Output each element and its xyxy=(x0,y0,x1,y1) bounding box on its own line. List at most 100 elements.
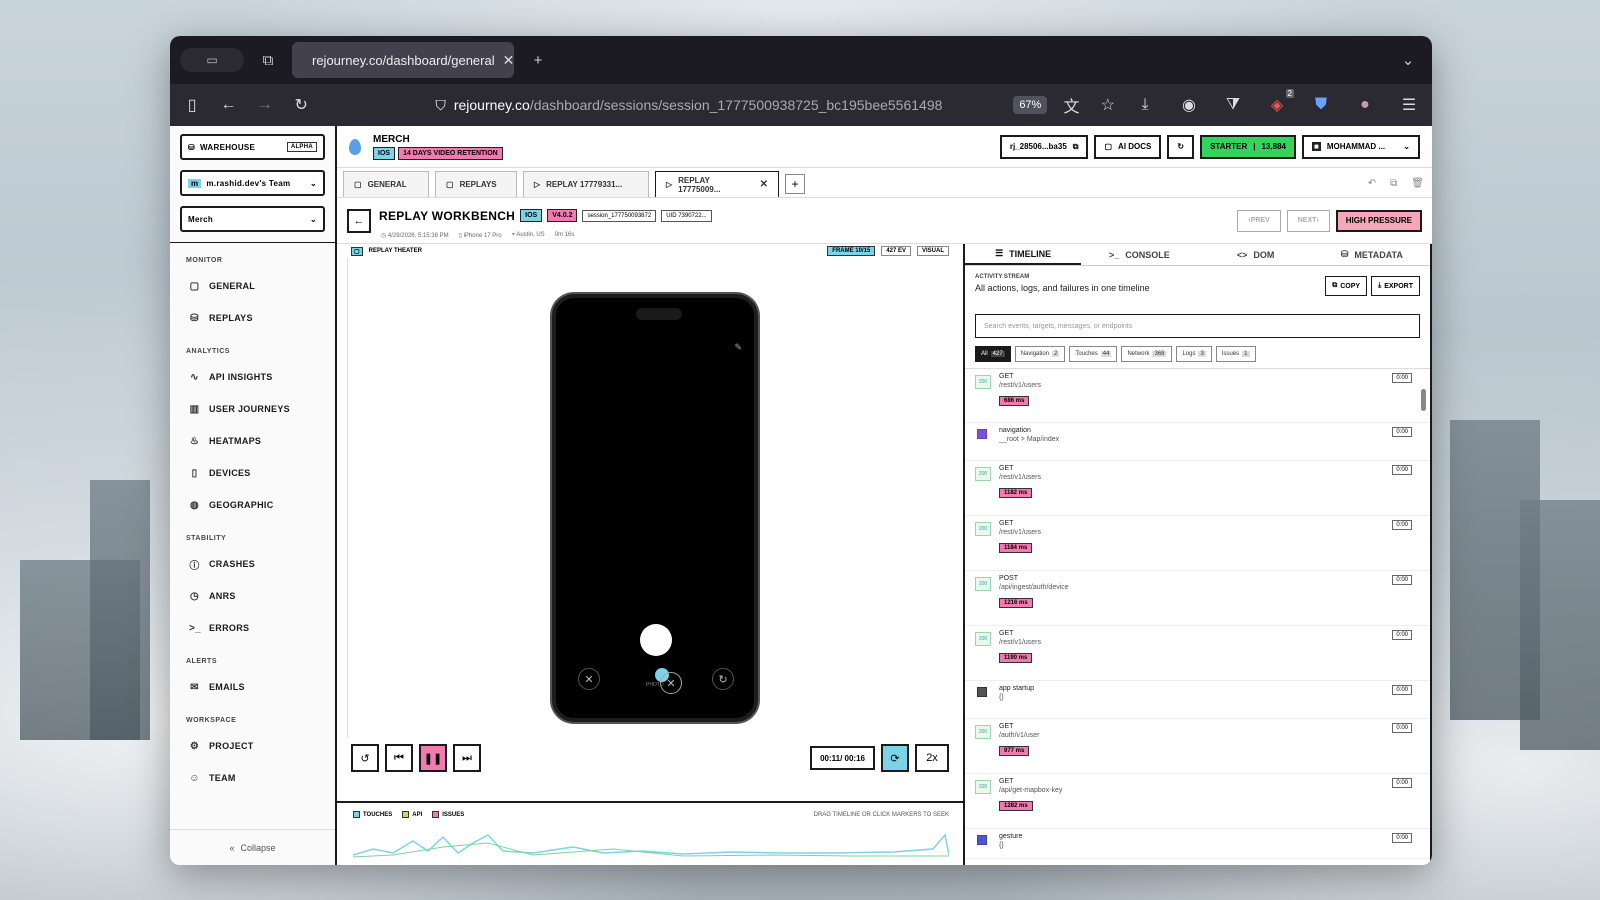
sidebar-item-crashes[interactable]: ⓘ CRASHES xyxy=(170,548,335,580)
pause-button[interactable]: ❚❚ xyxy=(419,744,447,772)
list-item[interactable]: 200 GET /rest/v1/users 1190 ms 0:00 xyxy=(965,626,1430,681)
loop-button[interactable]: ⟳ xyxy=(881,744,909,772)
profile-avatar[interactable]: ● xyxy=(1352,96,1378,114)
sidebar-item-errors[interactable]: >_ ERRORS xyxy=(170,612,335,644)
event-time[interactable]: 0:00 xyxy=(1392,723,1412,733)
speed-button[interactable]: 2x xyxy=(915,744,949,772)
event-search-input[interactable]: Search events, targets, messages, or end… xyxy=(975,314,1420,338)
user-menu-button[interactable]: ■ MOHAMMAD ... ⌄ xyxy=(1302,134,1420,159)
list-item[interactable]: 200 GET /api/get-mapbox-key 1282 ms 0:00 xyxy=(965,774,1430,829)
sidebar-icon[interactable]: ▯ xyxy=(180,95,204,115)
copy-button[interactable]: ⧉ COPY xyxy=(1325,276,1368,296)
list-item[interactable]: 200 GET /rest/v1/users 1182 ms 0:00 xyxy=(965,461,1430,516)
filter-navigation[interactable]: Navigation 2 xyxy=(1014,346,1066,362)
skip-forward-button[interactable]: ⏭ xyxy=(453,744,481,772)
collapse-button[interactable]: « Collapse xyxy=(170,829,335,865)
undo-icon[interactable]: ↶ xyxy=(1368,178,1376,189)
zoom-level[interactable]: 67% xyxy=(1013,96,1048,114)
project-select[interactable]: Merch ⌄ xyxy=(180,206,325,232)
ai-docs-button[interactable]: ▢ AI DOCS xyxy=(1094,134,1162,159)
shield-extension-icon[interactable]: ⛊ xyxy=(1308,96,1334,114)
session-id-chip[interactable]: session_177750093872 xyxy=(582,209,657,222)
warehouse-button[interactable]: ⛁ WAREHOUSE ALPHA xyxy=(180,134,325,160)
filter-touches[interactable]: Touches 44 xyxy=(1069,346,1118,362)
phone-replay-frame[interactable]: ✎ ✕ ✕ PHOTO ↻ xyxy=(552,294,758,722)
api-key-button[interactable]: rj_28506...ba35 ⧉ xyxy=(999,134,1089,159)
filter-all[interactable]: All 427 xyxy=(975,346,1011,362)
export-button[interactable]: ⤓ EXPORT xyxy=(1371,276,1420,296)
duplicate-icon[interactable]: ⧉ xyxy=(1390,178,1397,189)
tab-dom[interactable]: <> DOM xyxy=(1198,244,1314,265)
sidebar-item-devices[interactable]: ▯ DEVICES xyxy=(170,457,335,489)
event-time[interactable]: 0:00 xyxy=(1392,685,1412,695)
replay-timeline[interactable]: TOUCHES API ISSUES DRAG TIMELINE OR CLIC… xyxy=(337,801,963,865)
menu-icon[interactable]: ☰ xyxy=(1396,95,1422,115)
close-icon[interactable]: ✕ xyxy=(760,179,768,190)
sidebar-item-anrs[interactable]: ◷ ANRS xyxy=(170,580,335,612)
sidebar-item-replays[interactable]: ⛁ REPLAYS xyxy=(170,302,335,334)
team-select[interactable]: m m.rashid.dev's Team ⌄ xyxy=(180,170,325,196)
restart-button[interactable]: ↺ xyxy=(351,744,379,772)
back-icon[interactable]: ← xyxy=(216,96,240,114)
legend-api[interactable]: API xyxy=(402,811,422,818)
sidebar-item-geographic[interactable]: ◍ GEOGRAPHIC xyxy=(170,489,335,521)
extension-badge-icon[interactable]: ◈ 2 xyxy=(1264,89,1294,115)
sidebar-item-heatmaps[interactable]: ♨ HEATMAPS xyxy=(170,425,335,457)
bookmark-star-icon[interactable]: ☆ xyxy=(1096,95,1120,115)
tab-replays[interactable]: ▢ REPLAYS xyxy=(435,171,517,197)
list-item[interactable]: 200 GET /auth/v1/user 977 ms 0:00 xyxy=(965,719,1430,774)
event-time[interactable]: 0:00 xyxy=(1392,520,1412,530)
forward-icon[interactable]: → xyxy=(253,96,277,114)
skip-back-button[interactable]: ⏮ xyxy=(385,744,413,772)
filter-network[interactable]: Network 368 xyxy=(1121,346,1173,362)
list-item[interactable]: navigation __root > Map/index 0:00 xyxy=(965,423,1430,461)
list-item[interactable]: 200 GET /rest/v1/users 1184 ms 0:00 xyxy=(965,516,1430,571)
back-button[interactable]: ← xyxy=(347,208,371,233)
high-pressure-badge[interactable]: HIGH PRESSURE xyxy=(1335,209,1422,232)
legend-issues[interactable]: ISSUES xyxy=(432,811,464,818)
address-bar[interactable]: ⛉ rejourney.co/dashboard/sessions/sessio… xyxy=(435,97,1001,114)
visual-toggle[interactable]: VISUAL xyxy=(916,246,949,256)
browser-tab[interactable]: rejourney.co/dashboard/general ✕ xyxy=(292,42,514,78)
reload-icon[interactable]: ↻ xyxy=(289,95,313,115)
new-tab-icon[interactable]: + xyxy=(524,46,552,74)
download-icon[interactable]: ⤓ xyxy=(1132,96,1158,114)
tab-metadata[interactable]: ⛁ METADATA xyxy=(1314,244,1430,265)
sidebar-item-emails[interactable]: ✉ EMAILS xyxy=(170,671,335,703)
event-time[interactable]: 0:00 xyxy=(1392,778,1412,788)
chevron-down-icon[interactable]: ⌄ xyxy=(1394,46,1422,74)
event-time[interactable]: 0:00 xyxy=(1392,427,1412,437)
tab-console[interactable]: >_ CONSOLE xyxy=(1081,244,1197,265)
tab-general[interactable]: ▢ GENERAL xyxy=(343,171,429,197)
filter-issues[interactable]: Issues 1 xyxy=(1215,346,1256,362)
close-icon[interactable]: ✕ xyxy=(503,52,515,69)
legend-touches[interactable]: TOUCHES xyxy=(353,811,392,818)
filter-logs[interactable]: Logs 3 xyxy=(1176,346,1212,362)
account-icon[interactable]: ◉ xyxy=(1176,95,1202,115)
sidebar-item-project[interactable]: ⚙ PROJECT xyxy=(170,730,335,762)
refresh-button[interactable]: ↻ xyxy=(1167,134,1195,159)
list-item[interactable]: 200 GET /rest/v1/users 686 ms 0:00 xyxy=(965,369,1430,423)
tab-timeline[interactable]: ☰ TIMELINE xyxy=(965,244,1082,265)
event-time[interactable]: 0:00 xyxy=(1392,465,1412,475)
event-time[interactable]: 0:00 xyxy=(1392,833,1412,843)
tab-replay-1[interactable]: ▷ REPLAY 17779331... xyxy=(523,171,649,197)
sidebar-toggle-icon[interactable]: ▭ xyxy=(180,48,244,72)
prev-button[interactable]: ‹ PREV xyxy=(1237,209,1281,232)
list-item[interactable]: gesture {} 0:00 xyxy=(965,829,1430,859)
sidebar-item-user-journeys[interactable]: ▥ USER JOURNEYS xyxy=(170,393,335,425)
uid-chip[interactable]: UID 7390722... xyxy=(661,209,712,222)
tab-overview-icon[interactable]: ⧉ xyxy=(254,46,282,74)
sidebar-item-api-insights[interactable]: ∿ API INSIGHTS xyxy=(170,361,335,393)
list-item[interactable]: app startup {} 0:00 xyxy=(965,681,1430,719)
tab-replay-2[interactable]: ▷ REPLAY 17775009... ✕ xyxy=(655,171,779,197)
add-tab-button[interactable]: + xyxy=(785,174,805,194)
sidebar-item-team[interactable]: ☺ TEAM xyxy=(170,762,335,794)
event-time[interactable]: 0:00 xyxy=(1392,630,1412,640)
extensions-icon[interactable]: ⧩ xyxy=(1220,96,1246,114)
translate-icon[interactable]: 文 xyxy=(1059,93,1083,117)
plan-button[interactable]: STARTER | 13,884 xyxy=(1200,134,1296,159)
event-time[interactable]: 0:00 xyxy=(1392,373,1412,383)
trash-icon[interactable]: 🗑 xyxy=(1411,178,1424,189)
sidebar-item-general[interactable]: ▢ GENERAL xyxy=(170,270,335,302)
